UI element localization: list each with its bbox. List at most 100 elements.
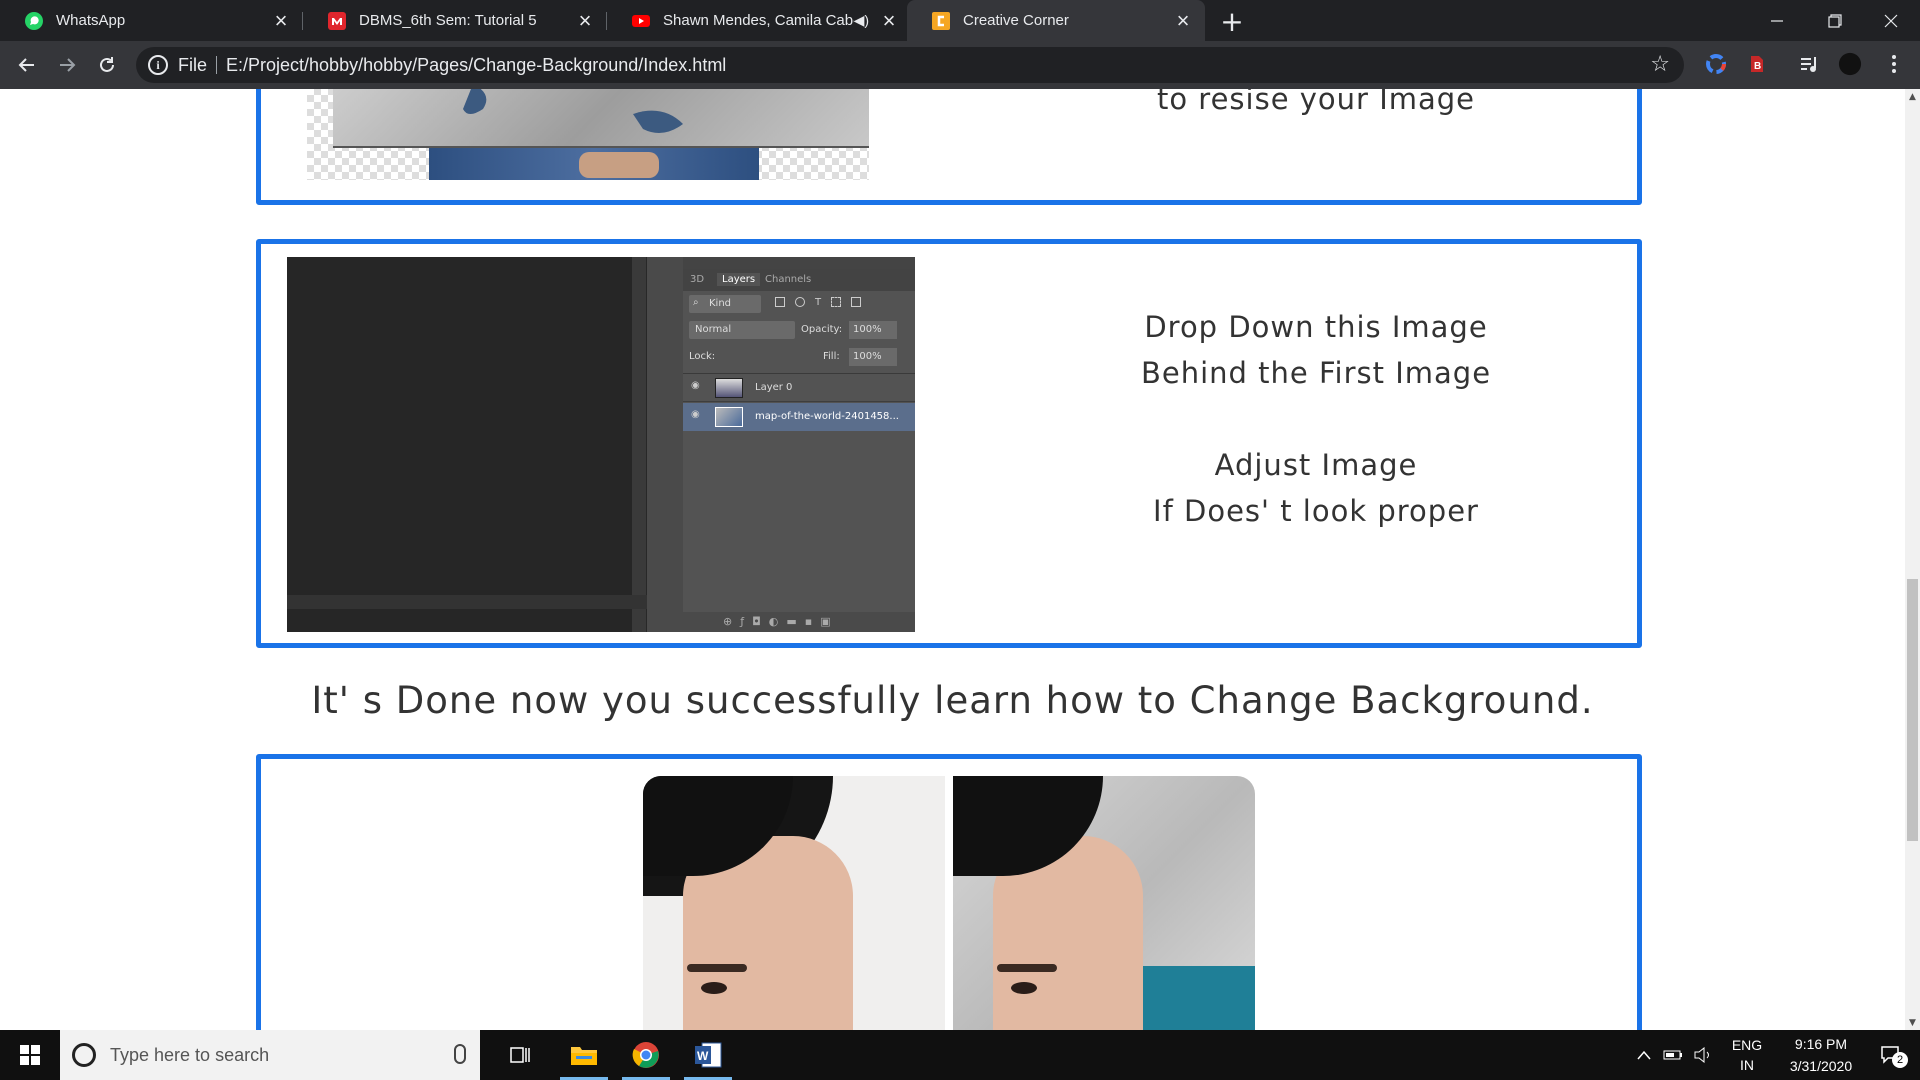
word-icon[interactable]: W [680,1030,736,1080]
svg-text:W: W [697,1049,709,1063]
taskbar-search-box[interactable]: Type here to search [60,1030,480,1080]
ps-lock-label: Lock: [689,351,716,362]
restore-button[interactable] [1806,0,1864,41]
person-torso-image [429,148,759,180]
scroll-up-arrow-icon[interactable]: ▲ [1905,89,1920,104]
ps-layer-row-selected[interactable]: ◉ map-of-the-world-2401458... [683,403,915,431]
b-extension-icon[interactable]: B [1745,52,1769,76]
card2-line3: Adjust Image [1214,448,1418,482]
windows-start-button[interactable] [0,1030,60,1080]
tab-title: Shawn Mendes, Camila Cabe [663,12,854,29]
tab-whatsapp[interactable]: WhatsApp × [0,0,303,41]
tab-youtube[interactable]: Shawn Mendes, Camila Cabe ◀) × [607,0,907,41]
clock[interactable]: 9:16 PM 3/31/2020 [1774,1030,1868,1080]
ps-fill-value[interactable]: 100% [853,351,882,362]
close-tab-icon[interactable]: × [573,8,597,33]
menu-kebab-icon[interactable] [1882,52,1906,76]
card2-line1: Drop Down this Image [1144,310,1488,344]
ps-layer-name: Layer 0 [755,382,793,393]
close-tab-icon[interactable]: × [877,8,901,33]
world-map-image [333,89,869,148]
ps-blend-mode[interactable]: Normal [695,324,731,335]
windows-taskbar: Type here to search W ENG IN 9:16 PM 3/3… [0,1030,1920,1080]
ps-filter-icons: T [775,297,895,311]
region-code: IN [1740,1057,1754,1073]
input-language[interactable]: ENG IN [1724,1030,1770,1080]
close-tab-icon[interactable]: × [1171,8,1195,33]
task-view-icon[interactable] [492,1030,548,1080]
result-card [256,754,1642,1030]
bookmark-star-icon[interactable]: ☆ [1650,47,1670,83]
tab-dbms[interactable]: DBMS_6th Sem: Tutorial 5 × [303,0,607,41]
address-divider [216,56,217,74]
scroll-down-arrow-icon[interactable]: ▼ [1905,1015,1920,1030]
clock-date: 3/31/2020 [1789,1058,1853,1074]
back-button[interactable] [12,50,42,80]
media-control-icon[interactable] [1798,52,1822,76]
action-center-icon[interactable]: 2 [1870,1030,1912,1080]
step-card-resize: to resise your Image [256,89,1642,205]
layer-thumbnail [715,407,743,427]
notification-badge: 2 [1892,1052,1908,1068]
page-scrollbar[interactable]: ▲ ▼ [1905,89,1920,1030]
photoshop-layers-screenshot: 3D Layers Channels ⌕ Kind T Normal Opaci… [287,257,915,632]
show-hidden-icons-chevron-icon[interactable] [1630,1030,1658,1080]
info-icon[interactable]: i [148,55,168,75]
creative-corner-icon [931,11,951,31]
ps-bottom-toolbar: ⊕ƒ◘◐▬▪▣ [683,612,915,632]
reload-button[interactable] [92,50,122,80]
protocol-label: File [178,55,208,75]
eye-icon[interactable]: ◉ [691,380,700,391]
chrome-icon[interactable] [618,1030,674,1080]
language-code: ENG [1731,1037,1763,1053]
profile-avatar[interactable] [1838,52,1862,76]
ps-fill-label: Fill: [823,351,840,362]
search-placeholder: Type here to search [110,1045,270,1065]
layer-thumbnail [715,378,743,398]
cortana-icon [72,1043,96,1067]
tab-strip: WhatsApp × DBMS_6th Sem: Tutorial 5 × Sh… [0,0,1920,41]
url-text[interactable]: E:/Project/hobby/hobby/Pages/Change-Back… [226,47,726,83]
ps-tab-3d[interactable]: 3D [690,274,704,285]
after-image [953,776,1255,1030]
ps-kind-filter[interactable]: Kind [709,298,731,309]
file-explorer-icon[interactable] [556,1030,612,1080]
ps-layer-name: map-of-the-world-2401458... [755,411,899,422]
address-bar[interactable]: i File E:/Project/hobby/hobby/Pages/Chan… [136,47,1684,83]
card1-text: to resise your Image [1156,89,1476,116]
scrollbar-thumb[interactable] [1907,579,1918,841]
ps-tab-channels[interactable]: Channels [765,274,811,285]
close-tab-icon[interactable]: × [269,8,293,33]
ps-opacity-label: Opacity: [801,324,843,335]
color-extension-icon[interactable] [1704,52,1728,76]
ps-search-icon: ⌕ [693,297,699,308]
before-image [643,776,945,1030]
ps-opacity-value[interactable]: 100% [853,324,882,335]
card2-line4: If Does' t look proper [1153,494,1479,528]
audio-playing-icon[interactable]: ◀) [854,12,869,29]
browser-toolbar: i File E:/Project/hobby/hobby/Pages/Chan… [0,41,1920,89]
microphone-icon[interactable] [454,1044,466,1064]
minimize-button[interactable] [1748,0,1806,41]
forward-button[interactable] [52,50,82,80]
step-card-drop-down: 3D Layers Channels ⌕ Kind T Normal Opaci… [256,239,1642,648]
tab-title: DBMS_6th Sem: Tutorial 5 [359,12,537,29]
new-tab-button[interactable]: + [1218,5,1246,38]
whatsapp-icon [24,11,44,31]
close-window-button[interactable] [1862,0,1920,41]
mega-icon [327,11,347,31]
done-heading: It' s Done now you successfully learn ho… [311,679,1594,722]
ps-tab-layers[interactable]: Layers [717,273,761,286]
youtube-icon [631,11,651,31]
clock-time: 9:16 PM [1794,1036,1848,1052]
card2-line2: Behind the First Image [1140,356,1492,390]
tab-creative-corner[interactable]: Creative Corner × [907,0,1205,41]
eye-icon[interactable]: ◉ [691,409,700,420]
svg-text:B: B [1754,61,1761,72]
volume-icon[interactable] [1690,1030,1716,1080]
battery-icon[interactable] [1660,1030,1686,1080]
tab-title: WhatsApp [56,12,126,29]
tab-title: Creative Corner [963,12,1069,29]
page-viewport: to resise your Image 3D Layers Channels … [0,89,1905,1030]
ps-layer-row[interactable]: ◉ Layer 0 [683,374,915,402]
